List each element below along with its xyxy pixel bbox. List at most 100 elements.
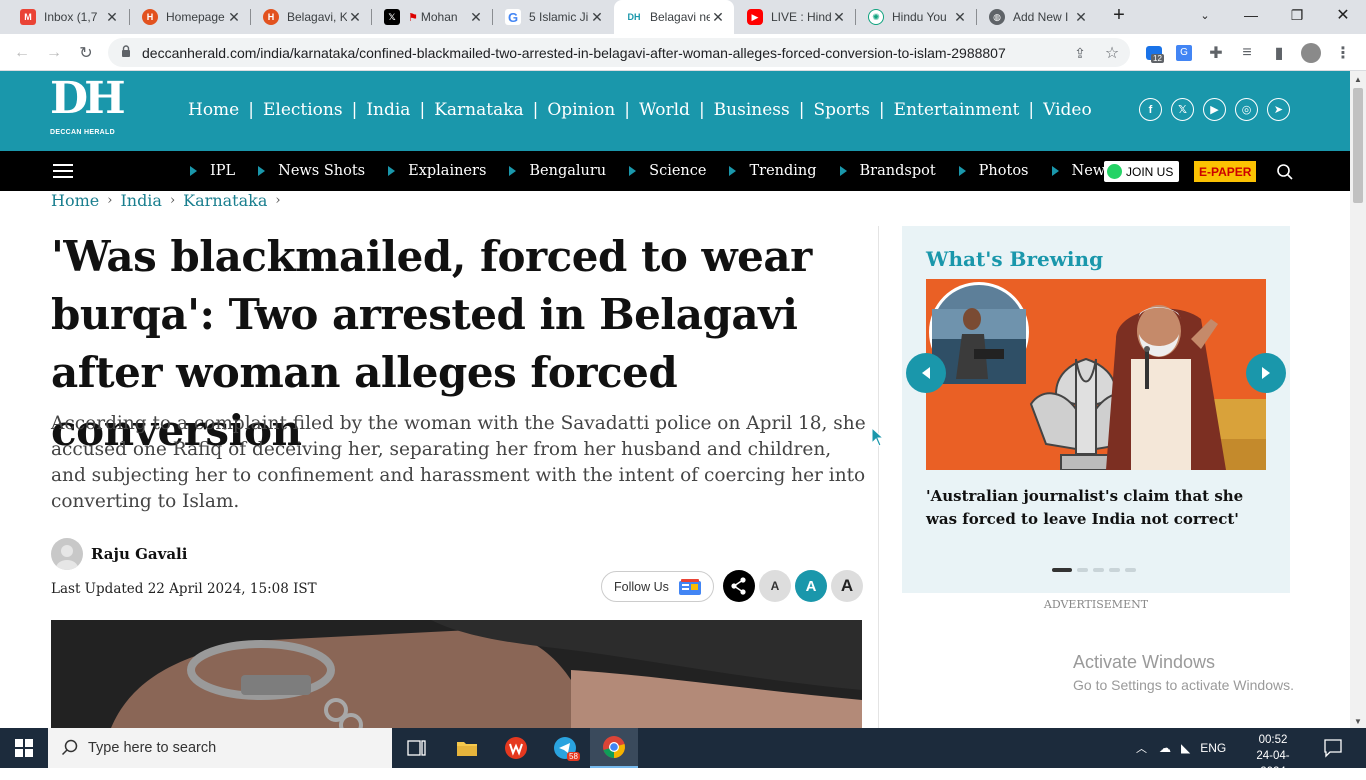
share-button[interactable] [723,570,755,602]
maximize-button[interactable]: ❐ [1274,0,1320,30]
task-view-button[interactable] [393,728,441,768]
nav-item-home[interactable]: Home [188,100,239,120]
close-tab-icon[interactable]: ✕ [1073,9,1089,26]
tab-homepage[interactable]: H Homepage ✕ [130,0,250,34]
font-size-medium-button[interactable]: A [795,570,827,602]
translate-icon[interactable]: G [1171,40,1197,66]
author-avatar[interactable] [51,538,83,570]
start-button[interactable] [0,728,48,768]
nav-item-india[interactable]: India [366,100,410,120]
minimize-button[interactable]: — [1228,0,1274,30]
breadcrumb-home[interactable]: Home [51,191,99,210]
carousel-dot-active[interactable] [1052,568,1072,572]
tab-chatgpt[interactable]: ✺ Hindu You ✕ [856,0,976,34]
subnav-item-explainers[interactable]: Explainers [388,163,486,179]
reading-list-icon[interactable]: ≡ [1234,40,1260,66]
telegram-icon[interactable]: ➤ [1267,98,1290,121]
bookmark-star-icon[interactable]: ☆ [1099,40,1125,66]
taskbar-clock[interactable]: 00:52 24-04-2024 [1245,732,1301,780]
subnav-item-trending[interactable]: Trending [729,163,817,179]
tab-gmail[interactable]: M Inbox (1,7 ✕ [8,0,128,34]
nav-item-video[interactable]: Video [1043,100,1092,120]
nav-item-business[interactable]: Business [714,100,790,120]
scroll-up-arrow-icon[interactable]: ▲ [1354,75,1362,84]
forward-arrow-icon[interactable]: → [41,40,67,66]
carousel-dot[interactable] [1093,568,1104,572]
taskbar-chrome[interactable] [590,728,638,768]
scroll-down-arrow-icon[interactable]: ▼ [1354,717,1362,726]
close-tab-icon[interactable]: ✕ [831,9,847,26]
nav-item-sports[interactable]: Sports [813,100,869,120]
puzzle-extensions-icon[interactable]: ✚ [1203,40,1229,66]
new-tab-button[interactable]: + [1096,0,1142,30]
subnav-item-photos[interactable]: Photos [958,163,1029,179]
carousel-prev-button[interactable] [906,353,946,393]
brewing-story-image[interactable] [926,279,1266,470]
share-page-icon[interactable]: ⇪ [1067,40,1093,66]
close-tab-icon[interactable]: ✕ [226,9,242,26]
subnav-item-ipl[interactable]: IPL [190,163,235,179]
close-tab-icon[interactable]: ✕ [468,9,484,26]
close-tab-icon[interactable]: ✕ [952,9,968,26]
breadcrumb-karnataka[interactable]: Karnataka [183,191,267,210]
taskbar-wps-office[interactable] [492,728,540,768]
join-us-button[interactable]: JOIN US [1104,161,1180,182]
nav-item-karnataka[interactable]: Karnataka [434,100,523,120]
font-size-large-button[interactable]: A [831,570,863,602]
subnav-item-science[interactable]: Science [629,163,706,179]
carousel-dot[interactable] [1109,568,1120,572]
reload-icon[interactable]: ↻ [73,40,99,66]
show-hidden-icons-chevron-icon[interactable]: ︿ [1136,740,1147,756]
subnav-item-news-shots[interactable]: News Shots [258,163,365,179]
tab-belagavi-active[interactable]: DH Belagavi ne ✕ [614,0,734,34]
wifi-icon[interactable]: ◣ [1181,741,1190,755]
search-icon[interactable] [1276,163,1294,181]
subnav-item-brandspot[interactable]: Brandspot [839,163,936,179]
nav-item-opinion[interactable]: Opinion [547,100,615,120]
nav-item-elections[interactable]: Elections [263,100,343,120]
taskbar-file-explorer[interactable] [443,728,491,768]
browser-menu-icon[interactable]: ⋮ [1330,40,1356,66]
profile-avatar[interactable] [1298,40,1324,66]
breadcrumb-india[interactable]: India [120,191,162,210]
tab-search-chevron-icon[interactable]: ⌄ [1182,0,1228,30]
close-tab-icon[interactable]: ✕ [104,9,120,26]
youtube-icon[interactable]: ▶ [1203,98,1226,121]
x-twitter-icon[interactable]: 𝕏 [1171,98,1194,121]
scrollbar-thumb[interactable] [1353,88,1363,203]
taskbar-telegram[interactable]: 58 [541,728,589,768]
nav-item-entertainment[interactable]: Entertainment [894,100,1020,120]
side-panel-icon[interactable]: ▮ [1266,40,1292,66]
tab-youtube[interactable]: ▶ LIVE : Hind ✕ [735,0,855,34]
nav-item-world[interactable]: World [639,100,690,120]
subnav-item-bengaluru[interactable]: Bengaluru [509,163,606,179]
author-name[interactable]: Raju Gavali [91,545,187,563]
tab-belagavi-k[interactable]: H Belagavi, K ✕ [251,0,371,34]
tab-mohan[interactable]: 𝕏 ⚑ Mohan ✕ [372,0,492,34]
notification-center-icon[interactable] [1318,738,1348,758]
close-tab-icon[interactable]: ✕ [347,9,363,26]
dh-logo[interactable]: DH DECCAN HERALD [50,77,130,143]
back-arrow-icon[interactable]: ← [9,40,35,66]
close-tab-icon[interactable]: ✕ [589,9,605,26]
carousel-dot[interactable] [1125,568,1136,572]
brewing-story-title[interactable]: 'Australian journalist's claim that she … [926,485,1266,531]
page-scrollbar[interactable]: ▲ ▼ [1350,71,1366,728]
cloud-icon[interactable]: ☁ [1159,741,1171,755]
address-bar[interactable]: deccanherald.com/india/karnataka/confine… [108,38,1130,67]
epaper-button[interactable]: E-PAPER [1194,161,1257,182]
instagram-icon[interactable]: ◎ [1235,98,1258,121]
carousel-next-button[interactable] [1246,353,1286,393]
language-indicator[interactable]: ENG [1200,741,1226,755]
close-tab-icon[interactable]: ✕ [710,9,726,26]
extension-icon[interactable]: 12 [1141,40,1167,66]
carousel-dot[interactable] [1077,568,1088,572]
close-window-button[interactable]: ✕ [1320,0,1366,30]
hamburger-menu-icon[interactable] [53,164,73,178]
facebook-icon[interactable]: f [1139,98,1162,121]
tab-add-new[interactable]: ◍ Add New I ✕ [977,0,1097,34]
font-size-small-button[interactable]: A [759,570,791,602]
follow-us-button[interactable]: Follow Us [601,571,714,602]
tab-google[interactable]: G 5 Islamic Jih ✕ [493,0,613,34]
taskbar-search-box[interactable]: Type here to search [48,728,392,768]
